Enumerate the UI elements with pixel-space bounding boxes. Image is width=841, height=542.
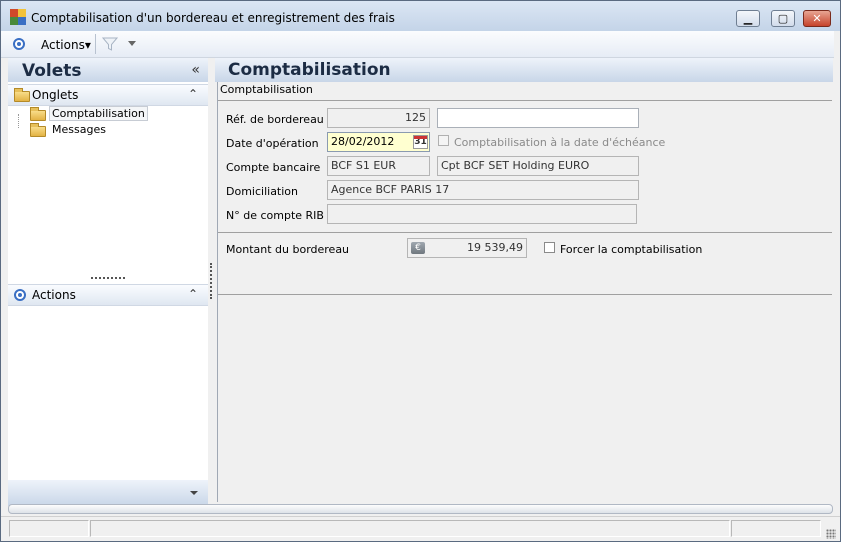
echeance-checkbox[interactable] (438, 135, 449, 146)
actions-title: Actions (32, 288, 76, 302)
onglets-section-header[interactable]: Onglets ⌃ (8, 84, 208, 106)
status-cell (90, 520, 730, 537)
target-icon[interactable] (13, 38, 25, 50)
forcer-checkbox[interactable] (544, 242, 555, 253)
collapse-section-icon[interactable]: ⌃ (188, 87, 198, 101)
close-icon: ✕ (812, 12, 822, 25)
rib-field (327, 204, 637, 224)
actions-menu-button[interactable]: Actions▾ (41, 38, 91, 52)
date-value: 28/02/2012 (331, 135, 395, 148)
filter-dropdown-icon[interactable] (128, 41, 136, 46)
calendar-icon[interactable]: 31 (413, 135, 428, 149)
tree-connector (18, 114, 19, 128)
date-field[interactable]: 28/02/2012 31 (327, 132, 430, 152)
ref-field: 125 (327, 108, 430, 128)
domiciliation-field: Agence BCF PARIS 17 (327, 180, 639, 200)
folder-icon (30, 123, 46, 137)
horizontal-scrollbar[interactable] (8, 504, 833, 514)
echeance-label: Comptabilisation à la date d'échéance (454, 136, 666, 149)
rib-label: N° de compte RIB (226, 209, 324, 222)
window-title: Comptabilisation d'un bordereau et enreg… (31, 11, 395, 25)
status-cell (731, 520, 821, 537)
open-folder-icon (30, 107, 46, 121)
domiciliation-label: Domiciliation (226, 185, 298, 198)
ref-extra-field[interactable] (437, 108, 639, 128)
ref-label: Réf. de bordereau (226, 113, 324, 126)
group-divider (218, 232, 832, 233)
tree-item-comptabilisation[interactable]: Comptabilisation (49, 106, 148, 121)
montant-label: Montant du bordereau (226, 243, 350, 256)
splitter-grip[interactable] (91, 277, 125, 282)
volets-header: Volets « (8, 58, 208, 82)
group-caption: Comptabilisation (220, 83, 315, 96)
montant-value: 19 539,49 (467, 241, 523, 254)
maximize-button[interactable]: ▢ (771, 10, 795, 27)
actions-section-header[interactable]: Actions ⌃ (8, 284, 208, 306)
euro-icon: € (411, 242, 425, 254)
app-window: Comptabilisation d'un bordereau et enreg… (0, 0, 841, 542)
compte-label: Compte bancaire (226, 161, 321, 174)
onglets-title: Onglets (32, 88, 79, 102)
page-title: Comptabilisation (228, 60, 391, 80)
resize-grip-icon[interactable] (826, 529, 836, 539)
collapse-panel-icon[interactable]: « (191, 62, 200, 78)
panel-bottom-bar (8, 480, 208, 506)
status-bar (1, 516, 840, 541)
maximize-icon: ▢ (777, 12, 789, 25)
tree-item-messages[interactable]: Messages (52, 123, 106, 136)
compte-code-field: BCF S1 EUR (327, 156, 430, 176)
toolbar: Actions▾ (1, 31, 834, 58)
group-divider (218, 100, 832, 101)
target-icon (14, 289, 26, 301)
folder-icon (14, 88, 30, 102)
volets-title: Volets (22, 61, 82, 81)
montant-field: € 19 539,49 (407, 238, 527, 258)
volets-panel: Volets « Onglets ⌃ Comptabilisation Mess… (8, 58, 208, 506)
main-header: Comptabilisation (215, 58, 833, 82)
close-button[interactable]: ✕ (803, 10, 831, 27)
form-area: Comptabilisation Réf. de bordereau 125 D… (217, 82, 834, 502)
date-label: Date d'opération (226, 137, 319, 150)
minimize-icon: ▁ (743, 12, 753, 25)
minimize-button[interactable]: ▁ (736, 10, 760, 27)
status-cell (9, 520, 89, 537)
forcer-label: Forcer la comptabilisation (560, 243, 703, 256)
toolbar-separator (95, 34, 96, 54)
filter-icon[interactable] (102, 36, 118, 52)
main-panel: Comptabilisation Comptabilisation Réf. d… (215, 58, 834, 502)
app-icon (10, 9, 26, 25)
expand-menu-icon[interactable] (190, 491, 198, 495)
collapse-section-icon[interactable]: ⌃ (188, 287, 198, 301)
compte-name-field: Cpt BCF SET Holding EURO (437, 156, 639, 176)
title-bar[interactable]: Comptabilisation d'un bordereau et enreg… (1, 1, 840, 31)
group-divider (218, 294, 832, 295)
